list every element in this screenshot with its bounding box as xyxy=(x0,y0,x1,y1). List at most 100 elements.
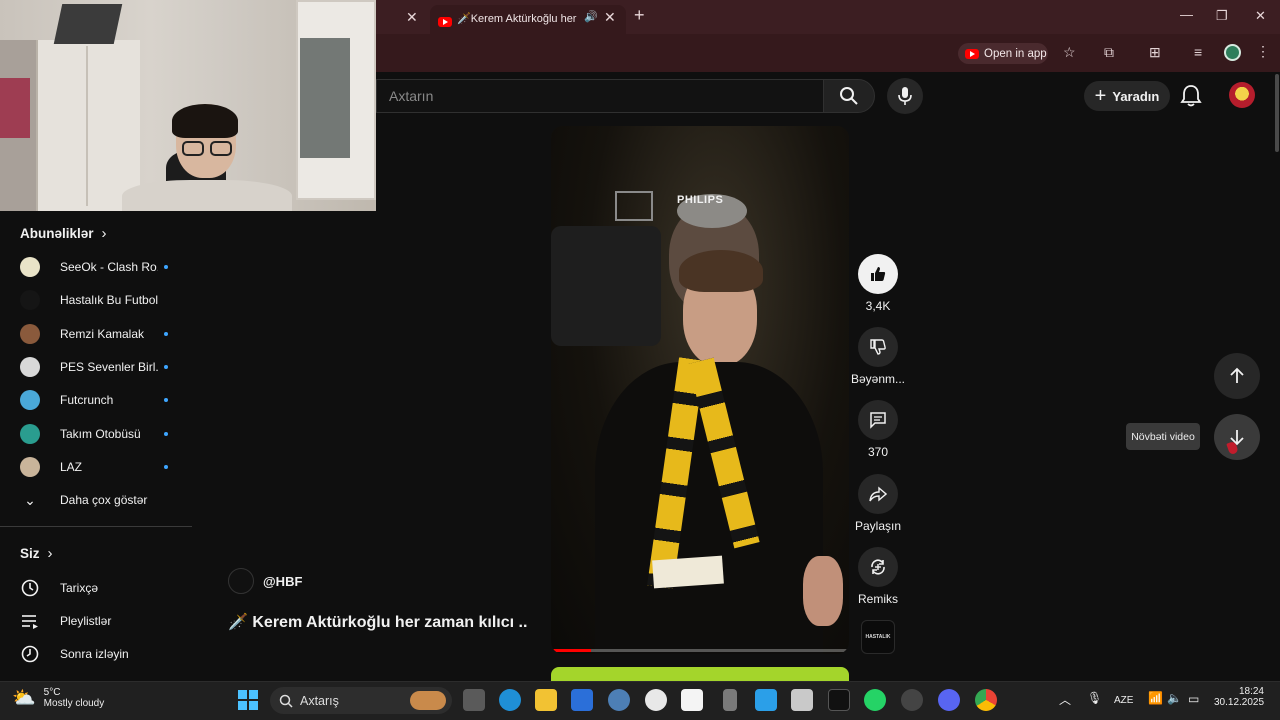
channel-avatar xyxy=(20,290,40,311)
sidebar-item-subscription[interactable]: Hastalık Bu Futbol xyxy=(20,289,170,311)
thumbs-up-icon xyxy=(871,267,886,281)
notepad-icon[interactable] xyxy=(755,689,777,711)
sidebar-item-subscription[interactable]: PES Sevenler Birl... xyxy=(20,356,170,378)
person-shirt xyxy=(122,180,292,211)
bookmark-star-icon[interactable]: ☆ xyxy=(1063,44,1076,61)
reading-list-icon[interactable]: ≡ xyxy=(1194,44,1202,60)
sidebar-item-subscription[interactable]: Remzi Kamalak xyxy=(20,323,170,345)
clock[interactable]: 18:24 30.12.2025 xyxy=(1214,686,1264,708)
dislike-button[interactable] xyxy=(858,327,898,367)
open-in-app-button[interactable]: Open in app xyxy=(958,43,1048,64)
minimize-icon[interactable]: — xyxy=(1180,7,1193,22)
channel-sound-thumbnail[interactable]: HASTALIK xyxy=(861,620,895,654)
profile-icon[interactable] xyxy=(1224,44,1241,61)
comments-button[interactable] xyxy=(858,400,898,440)
channel-handle[interactable]: @HBF xyxy=(263,574,302,589)
sidebar-item-subscription[interactable]: SeeOk - Clash Ro... xyxy=(20,256,170,278)
channel-avatar xyxy=(20,390,40,411)
settings-icon[interactable] xyxy=(608,689,630,711)
active-browser-tab[interactable]: 🗡️Kerem Aktürkoğlu her za 🔊 ✕ xyxy=(430,5,626,34)
sidebar-item-history[interactable]: Tarixçə xyxy=(20,577,98,599)
close-window-icon[interactable]: ✕ xyxy=(1255,8,1266,24)
thumbs-down-icon xyxy=(870,339,886,355)
close-tab-icon[interactable]: ✕ xyxy=(406,9,418,26)
extensions-icon[interactable]: ⧉ xyxy=(1104,44,1114,61)
share-arrow-icon xyxy=(869,486,887,502)
plus-icon: + xyxy=(1094,85,1107,107)
search-icon xyxy=(840,87,858,105)
sidebar-item-subscription[interactable]: Takım Otobüsü xyxy=(20,423,170,445)
next-video-button[interactable] xyxy=(1214,414,1260,460)
language-indicator[interactable]: AZE xyxy=(1114,695,1133,706)
channel-avatar xyxy=(20,356,40,377)
previous-video-button[interactable] xyxy=(1214,353,1260,399)
tiktok-icon[interactable] xyxy=(828,689,850,711)
windows-start-icon[interactable] xyxy=(238,690,258,710)
edge-icon[interactable] xyxy=(499,689,521,711)
hand xyxy=(803,556,843,626)
search-input[interactable] xyxy=(377,80,823,112)
like-button[interactable] xyxy=(858,254,898,294)
video-title[interactable]: 🗡️ Kerem Aktürkoğlu her zaman kılıcı ... xyxy=(228,612,528,632)
volume-icon[interactable]: 🔈 xyxy=(1167,691,1182,705)
speaker-icon[interactable]: 🔊 xyxy=(584,10,598,23)
clock-app-icon[interactable] xyxy=(645,689,667,711)
taskbar-search[interactable]: Axtarış xyxy=(270,687,452,714)
player-hair xyxy=(679,250,763,292)
battery-icon[interactable]: ▭ xyxy=(1188,692,1199,706)
show-more-button[interactable]: ⌄ Daha çox göstər xyxy=(20,489,170,511)
weather-widget[interactable]: ⛅ 5°C Mostly cloudy xyxy=(12,686,104,710)
store-icon[interactable] xyxy=(571,689,593,711)
menu-kebab-icon[interactable]: ⋮ xyxy=(1256,43,1270,60)
close-active-tab-icon[interactable]: ✕ xyxy=(604,9,616,26)
comment-count: 370 xyxy=(867,445,889,459)
sidebar-item-subscription[interactable]: LAZ xyxy=(20,456,170,478)
you-section-header[interactable]: Siz › xyxy=(20,545,53,562)
new-tab-icon[interactable]: + xyxy=(634,5,645,26)
notifications-bell-icon[interactable] xyxy=(1180,84,1202,108)
search-button[interactable] xyxy=(823,79,875,113)
progress-bar-track[interactable] xyxy=(591,649,849,652)
person-hair xyxy=(172,104,238,138)
voice-search-button[interactable] xyxy=(887,78,923,114)
youtube-favicon-icon xyxy=(438,17,452,27)
sidebar-item-label: Takım Otobüsü xyxy=(60,426,141,441)
new-content-dot xyxy=(164,364,168,369)
sidebar-item-watch-later[interactable]: Sonra izləyin xyxy=(20,643,129,665)
restore-icon[interactable]: ❐ xyxy=(1216,8,1228,24)
sidebar-item-playlists[interactable]: Pleylistlər xyxy=(20,610,111,632)
subscriptions-header[interactable]: Abunəliklər › xyxy=(20,225,107,242)
you-title: Siz xyxy=(20,546,40,561)
arrow-up-icon xyxy=(1230,367,1244,383)
youtube-app-icon xyxy=(965,48,979,59)
sidebar-item-subscription[interactable]: Futcrunch xyxy=(20,389,170,411)
translate-icon[interactable]: ⊞ xyxy=(1149,44,1161,61)
task-view-icon[interactable] xyxy=(463,689,485,711)
weather-temp: 5°C xyxy=(43,687,61,698)
page-scrollbar[interactable] xyxy=(1275,74,1279,152)
account-avatar[interactable] xyxy=(1229,82,1255,108)
whatsapp-icon[interactable] xyxy=(864,689,886,711)
microphone-tray-icon[interactable]: 🎙 xyxy=(1087,691,1102,705)
usb-drive-icon[interactable] xyxy=(723,689,737,711)
weather-desc: Mostly cloudy xyxy=(43,698,105,709)
wifi-icon[interactable]: 📶 xyxy=(1148,691,1163,705)
tray-chevron-up-icon[interactable]: ︿ xyxy=(1059,691,1071,708)
discord-icon[interactable] xyxy=(938,689,960,711)
remix-button[interactable] xyxy=(858,547,898,587)
create-button[interactable]: + Yaradın xyxy=(1084,81,1170,111)
sidebar: Abunəliklər › SeeOk - Clash Ro... Hastalı… xyxy=(0,211,192,681)
chevron-right-icon: › xyxy=(101,225,107,242)
shorts-video-player[interactable]: PHILIPS xyxy=(551,126,849,654)
file-explorer-icon[interactable] xyxy=(535,689,557,711)
channel-avatar[interactable] xyxy=(228,568,254,594)
calculator-icon[interactable] xyxy=(791,689,813,711)
capcut-icon[interactable] xyxy=(681,689,703,711)
new-content-dot xyxy=(164,464,168,469)
chrome-icon[interactable] xyxy=(975,689,997,711)
steam-icon[interactable] xyxy=(901,689,923,711)
next-short-preview[interactable] xyxy=(551,667,849,681)
clock-date: 30.12.2025 xyxy=(1214,697,1265,708)
new-content-dot xyxy=(164,265,168,269)
share-button[interactable] xyxy=(858,474,898,514)
